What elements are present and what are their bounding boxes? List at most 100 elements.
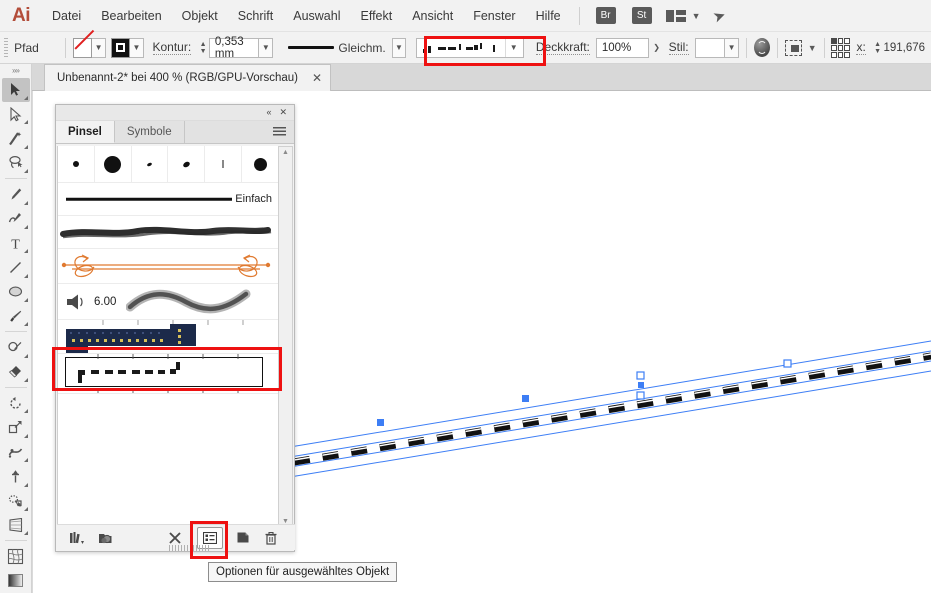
- menu-auswahl[interactable]: Auswahl: [283, 0, 350, 32]
- ellipse-tool[interactable]: [2, 280, 30, 304]
- bridge-badge[interactable]: Br: [595, 7, 616, 24]
- new-brush-button[interactable]: [229, 527, 257, 549]
- object-type-label: Pfad: [14, 40, 39, 55]
- brush-round-7pt[interactable]: [242, 146, 278, 182]
- calligraphic-brushes-row: [58, 146, 278, 183]
- pen-tool[interactable]: [2, 182, 30, 206]
- stock-badge[interactable]: St: [631, 7, 652, 24]
- free-transform-tool[interactable]: [2, 464, 30, 488]
- rotate-tool[interactable]: [2, 391, 30, 415]
- brushes-panel-footer: [57, 524, 295, 551]
- close-icon[interactable]: ✕: [279, 108, 287, 117]
- tab-symbole[interactable]: Symbole: [115, 121, 185, 143]
- shape-builder-tool[interactable]: [2, 489, 30, 513]
- stroke-profile-dropdown-arrow[interactable]: ▼: [391, 37, 407, 58]
- lasso-tool[interactable]: [2, 151, 30, 175]
- panel-resize-grip[interactable]: [169, 545, 209, 551]
- stroke-weight-dropdown-arrow[interactable]: ▼: [259, 37, 274, 58]
- x-stepper[interactable]: ▲ ▼: [872, 38, 884, 58]
- brush-point-3pt[interactable]: [58, 146, 95, 182]
- menu-hilfe[interactable]: Hilfe: [526, 0, 571, 32]
- stroke-dropdown-arrow[interactable]: ▼: [129, 37, 145, 58]
- type-tool[interactable]: T: [2, 231, 30, 255]
- brush-round-10pt[interactable]: [95, 146, 132, 182]
- line-segment-tool[interactable]: [2, 255, 30, 279]
- gradient-tool[interactable]: [2, 569, 30, 593]
- eraser-tool[interactable]: [2, 360, 30, 384]
- collapse-icon[interactable]: «: [266, 108, 271, 117]
- style-label[interactable]: Stil:: [668, 40, 689, 55]
- basic-brush-row[interactable]: Einfach: [58, 183, 278, 216]
- city-pattern-brush-row[interactable]: [58, 320, 278, 354]
- menu-ansicht[interactable]: Ansicht: [402, 0, 463, 32]
- menu-divider: [578, 6, 580, 25]
- brush-flat-1pt[interactable]: [205, 146, 243, 182]
- menu-bearbeiten[interactable]: Bearbeiten: [91, 0, 171, 32]
- chevron-down-icon[interactable]: ▼: [692, 11, 701, 21]
- charcoal-art-brush-row[interactable]: [58, 216, 278, 249]
- x-coordinate-value[interactable]: 191,676: [883, 42, 925, 54]
- curvature-tool[interactable]: [2, 207, 30, 231]
- width-tool[interactable]: [2, 440, 30, 464]
- arrow-art-brush-row[interactable]: [58, 249, 278, 284]
- document-tab-strip: Unbenannt-2* bei 400 % (RGB/GPU-Vorschau…: [0, 64, 931, 91]
- brush-libraries-menu-button[interactable]: [63, 527, 91, 549]
- direct-selection-tool[interactable]: [2, 102, 30, 126]
- panel-menu-icon[interactable]: [273, 127, 286, 137]
- tooltip-text: Optionen für ausgewähltes Objekt: [216, 566, 390, 578]
- scroll-up-icon[interactable]: ▲: [282, 147, 289, 158]
- control-bar-grip[interactable]: [4, 37, 9, 58]
- brush-list[interactable]: Einfach 6.00: [57, 146, 279, 528]
- style-swatch[interactable]: [694, 37, 725, 58]
- menu-effekt[interactable]: Effekt: [350, 0, 402, 32]
- brush-oval-3pt[interactable]: [132, 146, 169, 182]
- close-icon[interactable]: ✕: [312, 71, 322, 85]
- arrange-documents-icon[interactable]: [665, 9, 686, 22]
- align-chevron-down-icon[interactable]: ▼: [808, 43, 817, 53]
- stroke-weight-stepper[interactable]: ▲ ▼: [197, 38, 209, 58]
- panel-tab-bar: Pinsel Symbole: [56, 121, 294, 144]
- opacity-options-arrow[interactable]: ❯: [649, 38, 663, 58]
- stroke-swatch[interactable]: [111, 37, 130, 58]
- stroke-profile-preview: [287, 45, 335, 50]
- panel-title-bar[interactable]: « ✕: [56, 105, 294, 121]
- perspective-grid-tool[interactable]: [2, 513, 30, 537]
- stroke-weight-value[interactable]: 0,353 mm: [208, 36, 260, 60]
- brush-definition-combo[interactable]: ▼: [416, 37, 525, 58]
- selected-dashed-pattern-brush-row[interactable]: [58, 354, 278, 394]
- align-options-icon[interactable]: [784, 39, 802, 56]
- delete-brush-button[interactable]: [257, 527, 285, 549]
- bristle-brush-icon: [67, 294, 83, 309]
- brush-angled-5pt[interactable]: [168, 146, 206, 182]
- tools-panel: »» T: [0, 64, 32, 593]
- mesh-tool[interactable]: [2, 544, 30, 568]
- menu-fenster[interactable]: Fenster: [463, 0, 525, 32]
- fill-swatch[interactable]: [73, 37, 92, 58]
- bristle-brush-row[interactable]: 6.00: [58, 284, 278, 320]
- recolor-artwork-icon[interactable]: [754, 38, 770, 57]
- fill-dropdown-arrow[interactable]: ▼: [91, 37, 107, 58]
- opacity-label[interactable]: Deckkraft:: [535, 40, 590, 55]
- menu-schrift[interactable]: Schrift: [228, 0, 283, 32]
- discover-rocket-icon[interactable]: ➤: [710, 5, 728, 26]
- basic-brush-label: Einfach: [232, 193, 272, 205]
- opacity-value[interactable]: 100%: [595, 37, 650, 58]
- divider-3: [776, 37, 778, 58]
- tab-pinsel[interactable]: Pinsel: [56, 121, 115, 143]
- paintbrush-tool[interactable]: [2, 304, 30, 328]
- selection-tool[interactable]: [1, 77, 30, 103]
- menu-objekt[interactable]: Objekt: [172, 0, 228, 32]
- libraries-panel-button[interactable]: [91, 527, 119, 549]
- tools-panel-grip[interactable]: »»: [0, 64, 32, 78]
- document-tab[interactable]: Unbenannt-2* bei 400 % (RGB/GPU-Vorschau…: [44, 64, 332, 91]
- stroke-weight-label[interactable]: Kontur:: [152, 40, 192, 55]
- brush-list-scrollbar[interactable]: ▲ ▼: [278, 146, 293, 528]
- shaper-pencil-tool[interactable]: [2, 335, 30, 359]
- brushes-panel: « ✕ Pinsel Symbole Einfach 6.00 ▲ ▼: [55, 104, 295, 552]
- magic-wand-tool[interactable]: [2, 126, 30, 150]
- brush-definition-dropdown-arrow[interactable]: ▼: [505, 38, 521, 57]
- style-dropdown-arrow[interactable]: ▼: [724, 37, 740, 58]
- menu-datei[interactable]: Datei: [42, 0, 91, 32]
- transform-reference-point-icon[interactable]: [831, 37, 850, 58]
- scale-tool[interactable]: [2, 415, 30, 439]
